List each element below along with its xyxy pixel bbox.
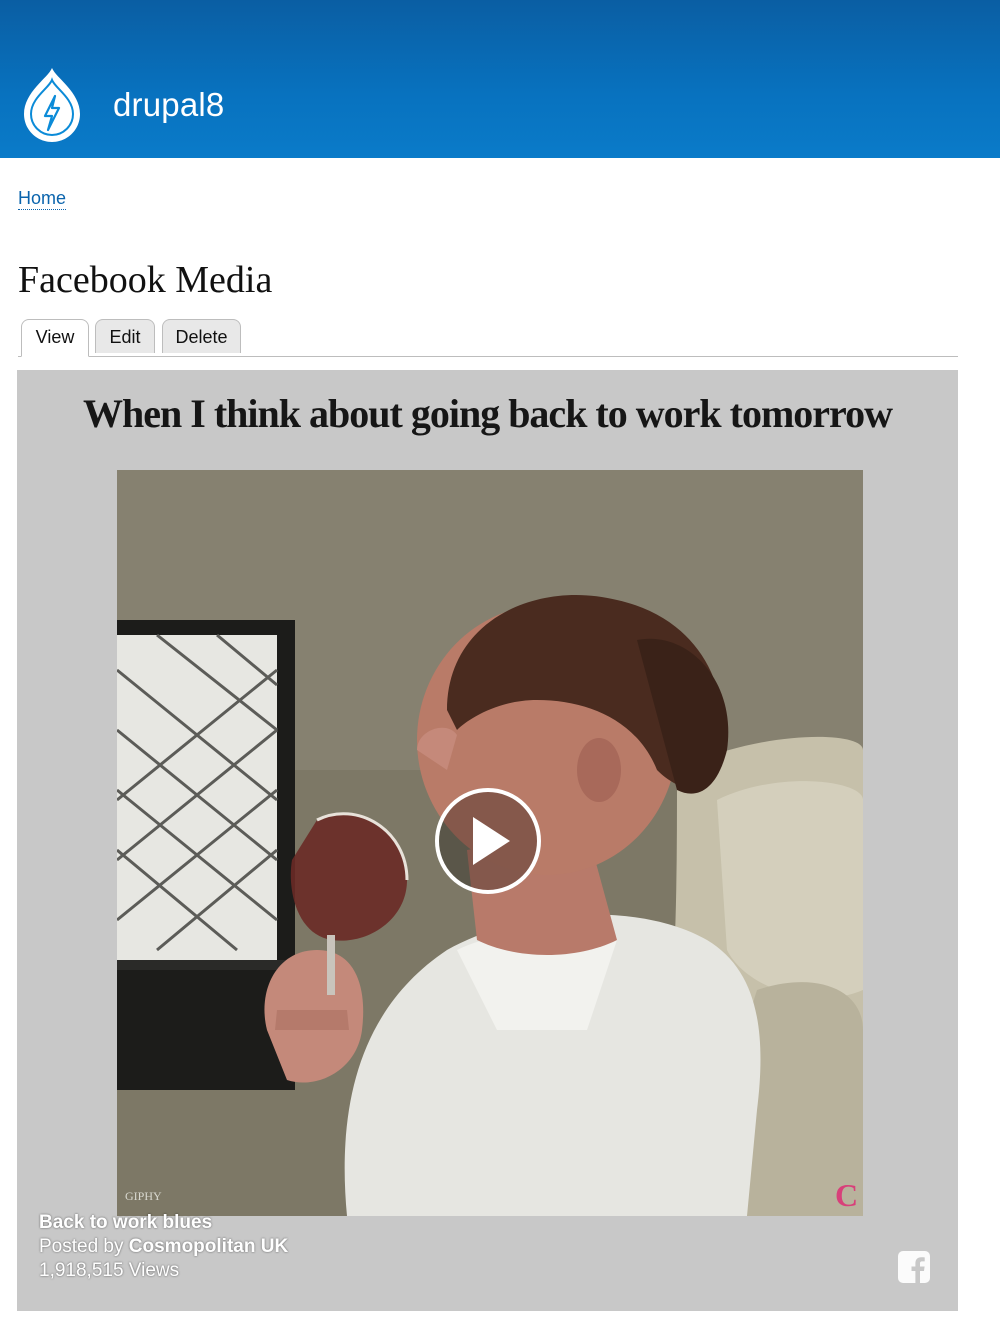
video-title[interactable]: Back to work blues (39, 1211, 288, 1235)
facebook-icon[interactable] (897, 1250, 931, 1284)
posted-by-prefix: Posted by (39, 1236, 124, 1257)
breadcrumb-home-link[interactable]: Home (18, 188, 67, 210)
video-caption-text: When I think about going back to work to… (83, 391, 893, 436)
breadcrumb: Home (18, 188, 67, 210)
page-title: Facebook Media (18, 259, 273, 301)
brand-watermark: C (835, 1177, 858, 1213)
site-header: drupal8 (0, 0, 1000, 158)
play-button[interactable] (435, 788, 541, 894)
drupal-logo-icon[interactable] (20, 66, 84, 144)
tab-edit[interactable]: Edit (95, 319, 155, 353)
site-name[interactable]: drupal8 (113, 86, 225, 124)
video-posted-by: Posted by Cosmopolitan UK (39, 1235, 288, 1259)
local-tasks-tabs: View Edit Delete (18, 318, 958, 357)
facebook-video-embed[interactable]: When I think about going back to work to… (17, 370, 958, 1311)
video-meta: Back to work blues Posted by Cosmopolita… (39, 1211, 288, 1283)
tab-delete[interactable]: Delete (162, 319, 241, 353)
tab-view[interactable]: View (21, 319, 89, 357)
video-views: 1,918,515 Views (39, 1260, 180, 1281)
posted-by-page-link[interactable]: Cosmopolitan UK (129, 1236, 288, 1257)
giphy-watermark: GIPHY (125, 1189, 162, 1203)
